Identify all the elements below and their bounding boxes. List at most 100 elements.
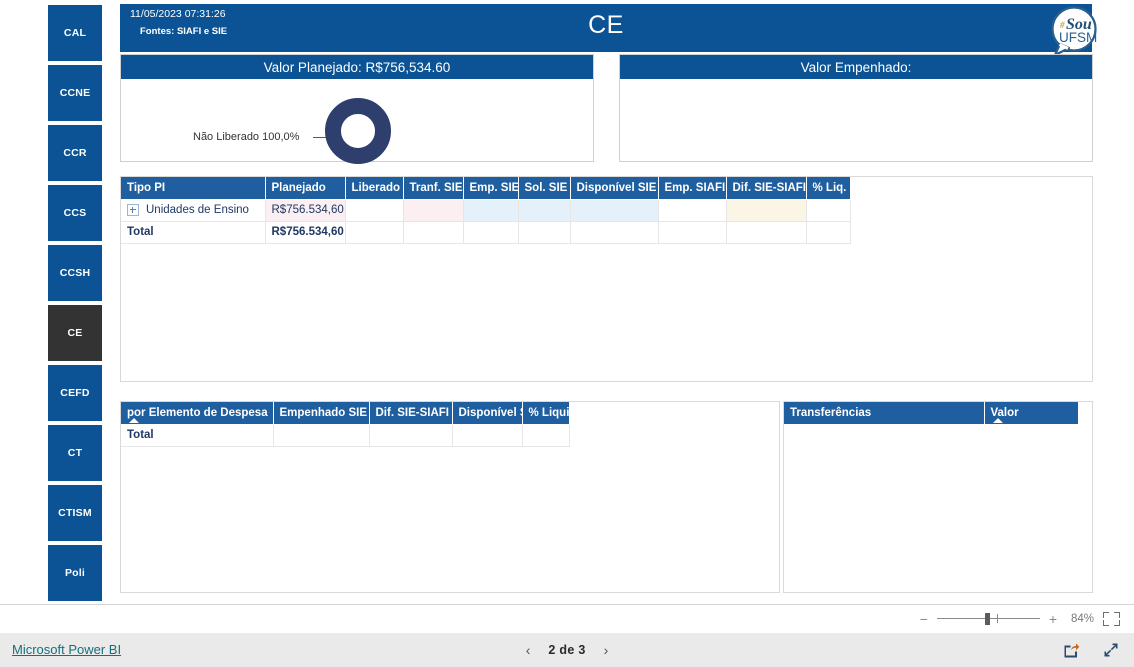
footer-action-icons bbox=[1062, 641, 1120, 659]
kpi-card-valor-empenhado: Valor Empenhado: bbox=[619, 54, 1093, 162]
sidebar-item-label: CCR bbox=[63, 147, 87, 159]
matrix-col-liberado[interactable]: Liberado bbox=[345, 177, 404, 200]
sidebar-item-ccs[interactable]: CCS bbox=[48, 185, 102, 241]
table-visual-elemento-despesa: por Elemento de Despesa Empenhado SIE Di… bbox=[120, 401, 780, 593]
report-header-band: 11/05/2023 07:31:26 Fontes: SIAFI e SIE … bbox=[120, 4, 1092, 52]
kpi-body-valor-empenhado-empty bbox=[620, 79, 1092, 162]
zoom-out-button[interactable]: − bbox=[920, 612, 928, 626]
elemento-col-elemento-despesa[interactable]: por Elemento de Despesa bbox=[121, 402, 274, 425]
matrix-total-sol-sie bbox=[518, 221, 571, 244]
elemento-col-dif-sie-siafi[interactable]: Dif. SIE-SIAFI bbox=[369, 402, 453, 425]
matrix-row-label: Unidades de Ensino bbox=[146, 204, 249, 217]
sidebar-item-label: CT bbox=[67, 447, 83, 459]
report-canvas: CAL CCNE CCR CCS CCSH CE CEFD CT CTISM P… bbox=[0, 0, 1134, 604]
sidebar-item-ctism[interactable]: CTISM bbox=[48, 485, 102, 541]
transferencias-col-transferencias[interactable]: Transferências bbox=[784, 402, 985, 425]
matrix-cell-emp-sie bbox=[463, 199, 519, 222]
matrix-cell-sol-sie bbox=[518, 199, 571, 222]
zoom-in-button[interactable]: + bbox=[1049, 612, 1057, 626]
previous-page-icon[interactable]: ‹ bbox=[526, 642, 531, 658]
elemento-table: por Elemento de Despesa Empenhado SIE Di… bbox=[121, 402, 570, 447]
svg-text:UFSM: UFSM bbox=[1059, 30, 1097, 45]
matrix-col-disponivel-sie[interactable]: Disponível SIE bbox=[570, 177, 659, 200]
svg-text:#: # bbox=[1059, 20, 1065, 30]
status-bar: − + 84% bbox=[0, 604, 1134, 634]
sidebar-item-poli[interactable]: Poli bbox=[48, 545, 102, 601]
next-page-icon[interactable]: › bbox=[604, 642, 609, 658]
matrix-col-dif-sie-siafi[interactable]: Dif. SIE-SIAFI bbox=[726, 177, 807, 200]
elemento-col-label: por Elemento de Despesa bbox=[127, 406, 268, 419]
elemento-total-dif-sie-siafi bbox=[369, 424, 453, 447]
matrix-col-pct-liq[interactable]: % Liq. bbox=[806, 177, 850, 200]
sidebar-item-cefd[interactable]: CEFD bbox=[48, 365, 102, 421]
elemento-total-row: Total bbox=[121, 424, 570, 447]
page-title: CE bbox=[588, 11, 624, 39]
matrix-table: Tipo PI Planejado Liberado Tranf. SIE Em… bbox=[121, 177, 851, 244]
sort-ascending-icon bbox=[129, 417, 139, 423]
logo-speech-bubble-icon: # Sou UFSM bbox=[1051, 6, 1097, 57]
sidebar-item-ccsh[interactable]: CCSH bbox=[48, 245, 102, 301]
matrix-row-label-cell[interactable]: Unidades de Ensino bbox=[121, 199, 266, 222]
matrix-total-disponivel-sie bbox=[570, 221, 659, 244]
sidebar-item-ct[interactable]: CT bbox=[48, 425, 102, 481]
sidebar-item-label: CAL bbox=[63, 27, 87, 39]
sidebar-item-label: CCS bbox=[63, 207, 87, 219]
matrix-total-emp-siafi bbox=[658, 221, 727, 244]
kpi-title-valor-planejado: Valor Planejado: R$756,534.60 bbox=[121, 55, 593, 79]
matrix-col-sol-sie[interactable]: Sol. SIE bbox=[518, 177, 571, 200]
elemento-header-row: por Elemento de Despesa Empenhado SIE Di… bbox=[121, 402, 569, 425]
sidebar-item-label: CCSH bbox=[59, 267, 91, 279]
zoom-slider-tick bbox=[996, 614, 998, 623]
matrix-visual-tipo-pi: Tipo PI Planejado Liberado Tranf. SIE Em… bbox=[120, 176, 1093, 382]
matrix-col-emp-sie[interactable]: Emp. SIE bbox=[463, 177, 519, 200]
share-icon[interactable] bbox=[1062, 641, 1080, 659]
fullscreen-icon[interactable] bbox=[1102, 641, 1120, 659]
sidebar-item-ccne[interactable]: CCNE bbox=[48, 65, 102, 121]
elemento-total-pct-liquid bbox=[522, 424, 570, 447]
fit-corner-br bbox=[1114, 620, 1120, 626]
elemento-total-disponivel-sie bbox=[452, 424, 523, 447]
zoom-slider[interactable] bbox=[936, 612, 1040, 626]
matrix-col-planejado[interactable]: Planejado bbox=[265, 177, 346, 200]
matrix-col-tipo-pi[interactable]: Tipo PI bbox=[121, 177, 266, 200]
fit-to-screen-icon[interactable] bbox=[1103, 612, 1120, 626]
sidebar-item-ce[interactable]: CE bbox=[48, 305, 102, 361]
sou-ufsm-logo: # Sou UFSM bbox=[1046, 6, 1102, 57]
kpi-title-valor-empenhado: Valor Empenhado: bbox=[620, 55, 1092, 79]
zoom-level-value: 84% bbox=[1070, 613, 1094, 625]
page-navigation: ‹ 2 de 3 › bbox=[0, 642, 1134, 658]
transferencias-col-valor[interactable]: Valor bbox=[984, 402, 1078, 425]
donut-chart-nao-liberado[interactable]: Não Liberado 100,0% bbox=[121, 79, 593, 164]
matrix-total-planejado: R$756.534,60 bbox=[265, 221, 346, 244]
sidebar-item-label: Poli bbox=[64, 567, 86, 579]
matrix-header-row: Tipo PI Planejado Liberado Tranf. SIE Em… bbox=[121, 177, 850, 200]
elemento-total-label: Total bbox=[121, 424, 274, 447]
elemento-col-disponivel-sie[interactable]: Disponível SIE bbox=[452, 402, 523, 425]
elemento-col-empenhado-sie[interactable]: Empenhado SIE bbox=[273, 402, 370, 425]
zoom-slider-thumb[interactable] bbox=[984, 613, 990, 625]
fullscreen-glyph bbox=[1104, 643, 1118, 657]
matrix-col-tranf-sie[interactable]: Tranf. SIE bbox=[403, 177, 464, 200]
table-visual-transferencias: Transferências Valor bbox=[783, 401, 1093, 593]
sidebar-item-label: CTISM bbox=[58, 507, 92, 519]
expand-icon[interactable] bbox=[127, 203, 139, 216]
matrix-cell-tranf-sie bbox=[403, 199, 464, 222]
table-row[interactable]: Unidades de Ensino R$756.534,60 bbox=[121, 199, 851, 222]
matrix-cell-emp-siafi bbox=[658, 199, 727, 222]
fit-corner-bl bbox=[1103, 620, 1109, 626]
kpi-card-valor-planejado: Valor Planejado: R$756,534.60 Não Libera… bbox=[120, 54, 594, 164]
zoom-control-group: − + 84% bbox=[920, 605, 1120, 633]
sidebar-item-cal[interactable]: CAL bbox=[48, 5, 102, 61]
fit-corner-tl bbox=[1103, 612, 1109, 618]
matrix-total-pct-liq bbox=[806, 221, 851, 244]
elemento-total-empenhado-sie bbox=[273, 424, 370, 447]
matrix-cell-liberado bbox=[345, 199, 404, 222]
elemento-col-pct-liquid[interactable]: % Liquid. bbox=[522, 402, 569, 425]
matrix-cell-disponivel-sie bbox=[570, 199, 659, 222]
matrix-total-emp-sie bbox=[463, 221, 519, 244]
donut-ring bbox=[325, 98, 391, 164]
donut-slice-label: Não Liberado 100,0% bbox=[193, 131, 300, 143]
sidebar-tab-strip: CAL CCNE CCR CCS CCSH CE CEFD CT CTISM P… bbox=[48, 5, 102, 605]
sidebar-item-ccr[interactable]: CCR bbox=[48, 125, 102, 181]
matrix-col-emp-siafi[interactable]: Emp. SIAFI bbox=[658, 177, 727, 200]
